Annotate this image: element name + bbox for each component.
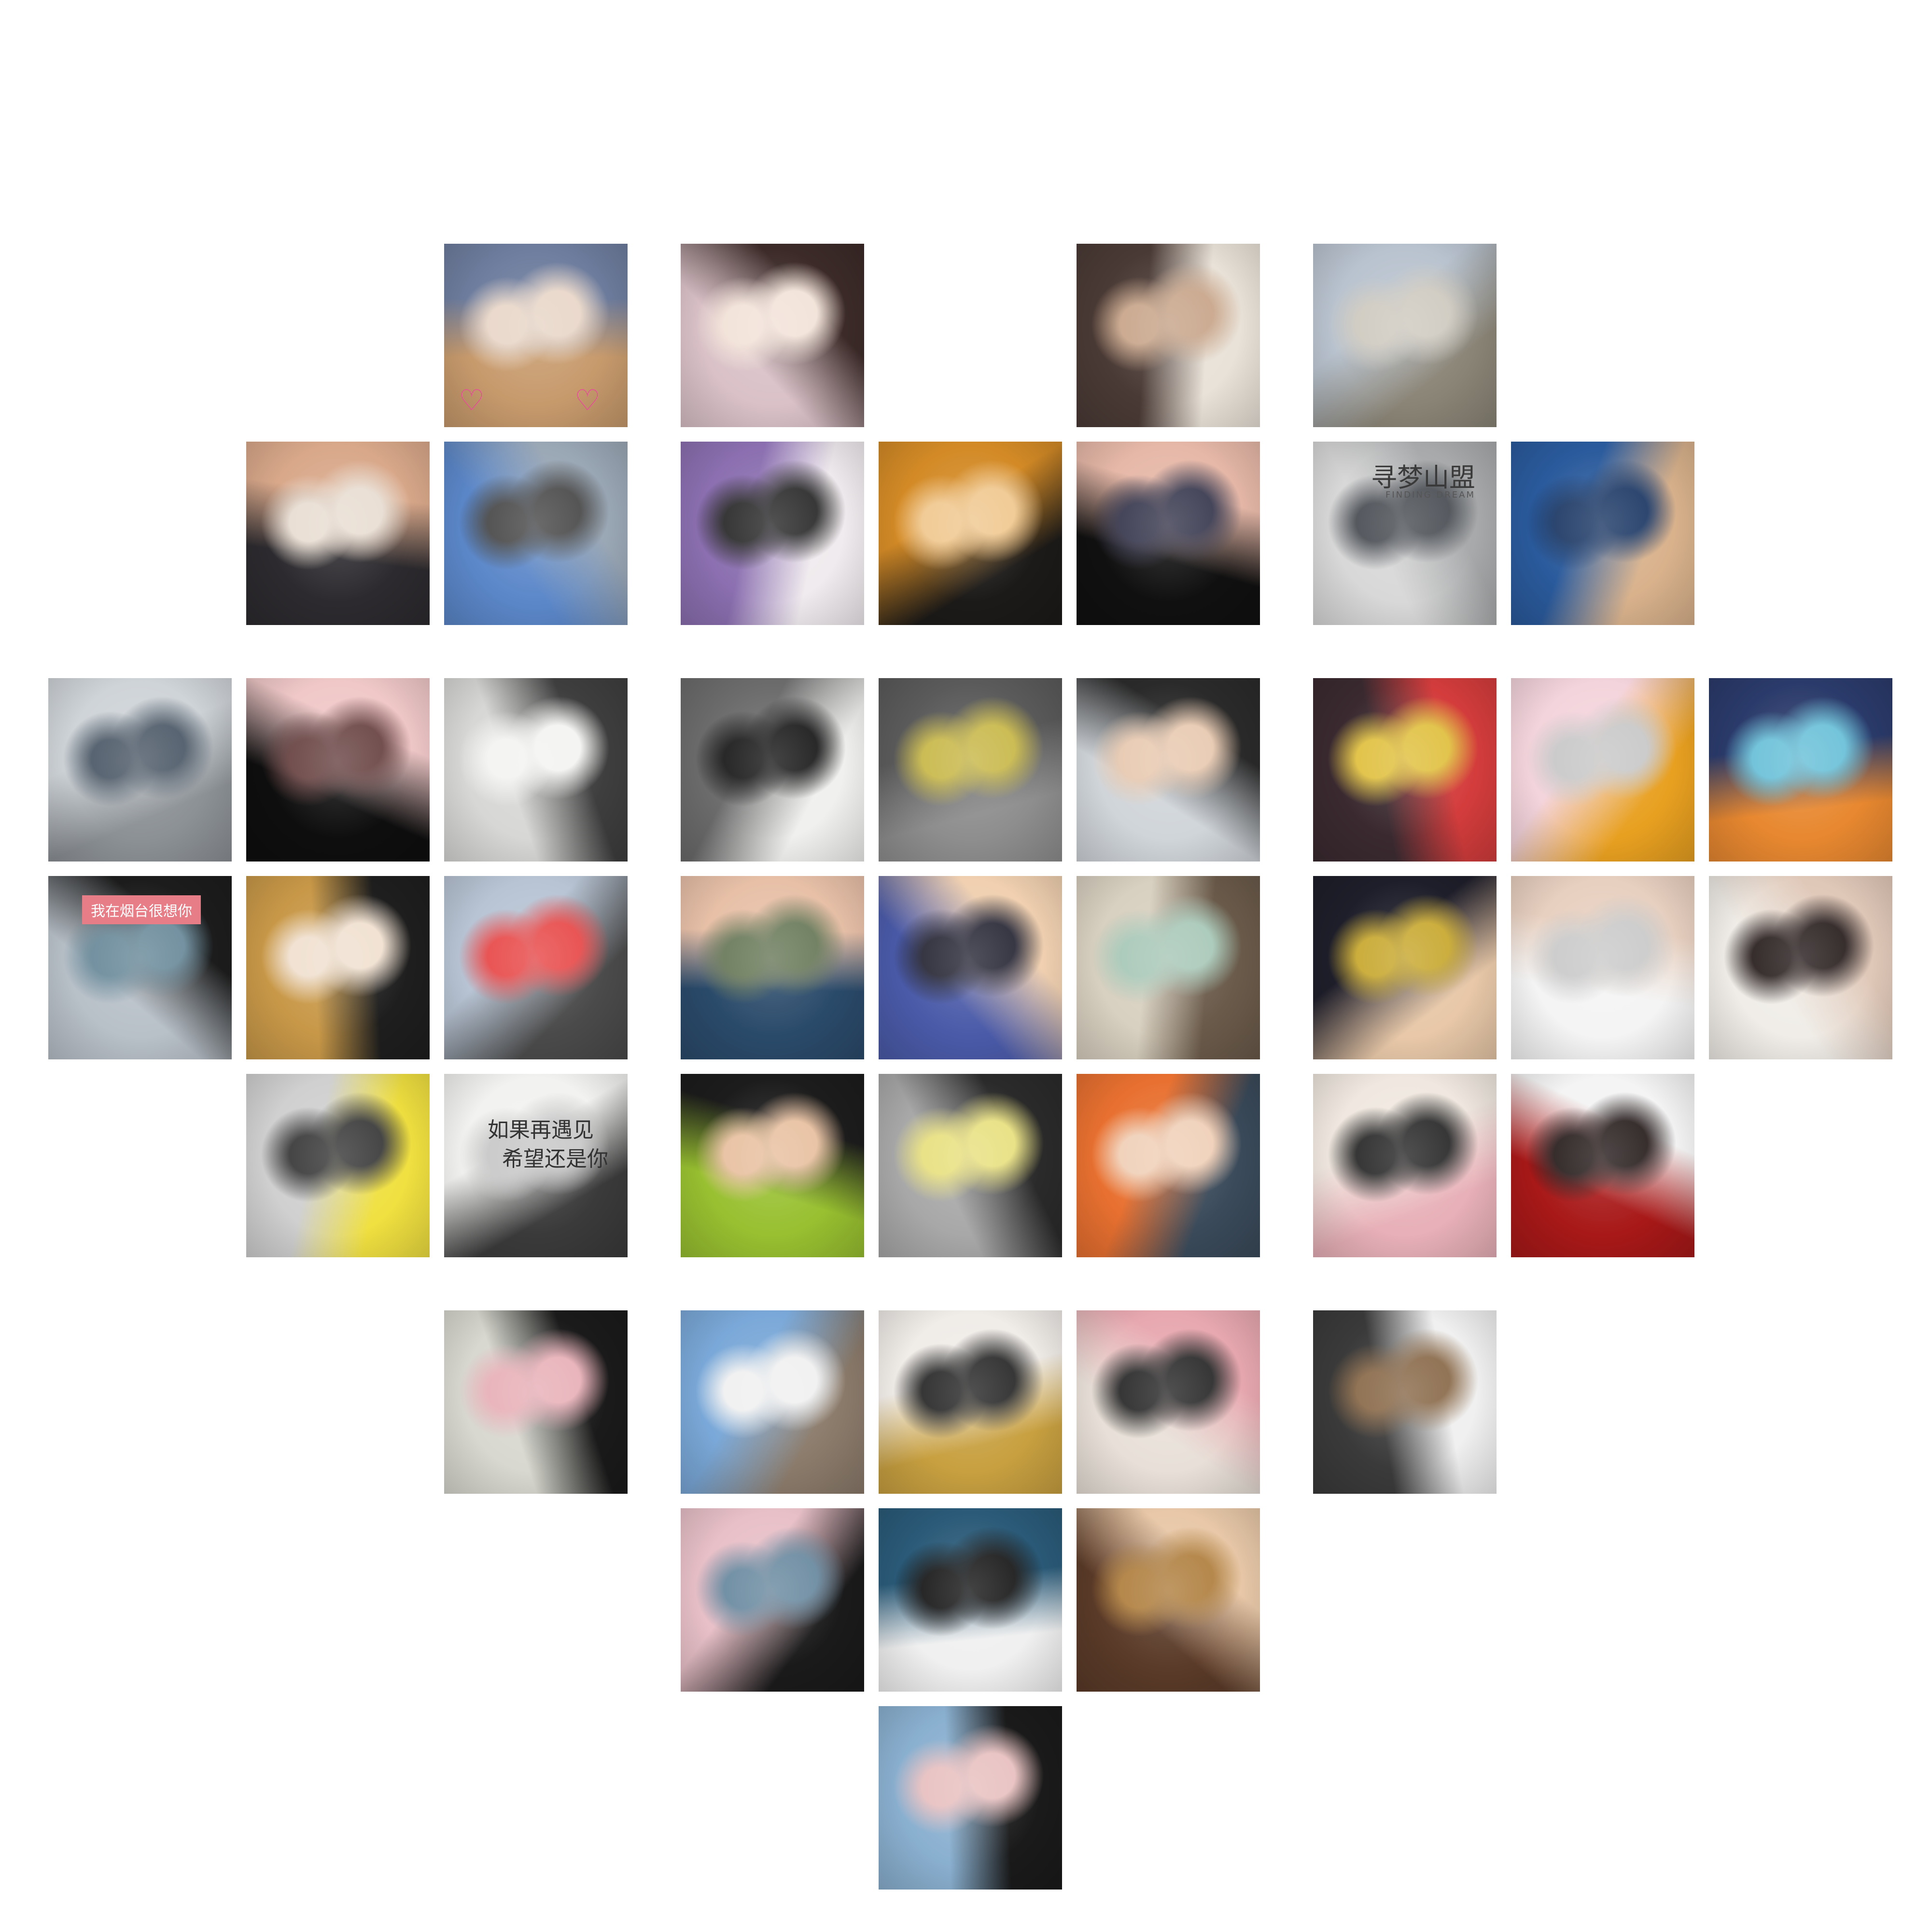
photo-tile	[1077, 442, 1260, 625]
heart-doodle-icon: ♡	[459, 384, 485, 417]
photo-tile	[444, 678, 628, 862]
photo-tile: ♡ ♡	[444, 244, 628, 427]
photo-tile	[1313, 1310, 1497, 1494]
photo-tile	[879, 1074, 1062, 1257]
photo-tile	[879, 442, 1062, 625]
photo-tile: 我在烟台很想你	[48, 876, 232, 1059]
photo-tile: 如果再遇见希望还是你	[444, 1074, 628, 1257]
photo-tile	[1313, 678, 1497, 862]
photo-tile	[681, 442, 864, 625]
photo-tile	[1709, 678, 1892, 862]
photo-tile	[1511, 678, 1694, 862]
photo-tile	[879, 678, 1062, 862]
photo-tile	[879, 876, 1062, 1059]
photo-tile	[1077, 1074, 1260, 1257]
photo-tile	[1077, 244, 1260, 427]
photo-tile	[879, 1706, 1062, 1890]
photo-tile	[1313, 1074, 1497, 1257]
photo-tile	[246, 1074, 430, 1257]
photo-tile: 寻梦山盟 FINDING DREAM	[1313, 442, 1497, 625]
photo-tile	[1511, 442, 1694, 625]
heart-doodle-icon: ♡	[574, 384, 601, 417]
photo-tile	[1511, 876, 1694, 1059]
photo-tile	[1077, 876, 1260, 1059]
photo-tile	[1077, 1310, 1260, 1494]
photo-tile	[1313, 244, 1497, 427]
photo-tile	[879, 1508, 1062, 1692]
photo-tile	[48, 678, 232, 862]
photo-tile	[246, 876, 430, 1059]
photo-tile	[681, 678, 864, 862]
photo-tile	[246, 678, 430, 862]
photo-tile	[1077, 1508, 1260, 1692]
photo-tile	[1709, 876, 1892, 1059]
photo-tile	[681, 1074, 864, 1257]
photo-tile	[681, 244, 864, 427]
photo-tile	[444, 1310, 628, 1494]
photo-tile	[1313, 876, 1497, 1059]
photo-tile	[444, 442, 628, 625]
photo-tile	[681, 876, 864, 1059]
heart-photo-collage: ♡ ♡ 寻梦山盟 FINDING DREAM 我在烟台很想你 如果再遇见 希望还是你	[0, 0, 1931, 1932]
wall-text-line: 如果再遇见	[488, 1118, 594, 1142]
photo-tile	[681, 1508, 864, 1692]
wall-text-line: 希望还是你	[502, 1147, 608, 1171]
photo-tile	[1511, 1074, 1694, 1257]
sign-text: 我在烟台很想你	[82, 895, 201, 924]
photo-tile	[879, 1310, 1062, 1494]
sign-subtext: FINDING DREAM	[1385, 490, 1476, 500]
sign-text: 寻梦山盟	[1371, 462, 1475, 493]
photo-tile	[444, 876, 628, 1059]
photo-tile	[1077, 678, 1260, 862]
photo-tile	[681, 1310, 864, 1494]
photo-tile	[246, 442, 430, 625]
